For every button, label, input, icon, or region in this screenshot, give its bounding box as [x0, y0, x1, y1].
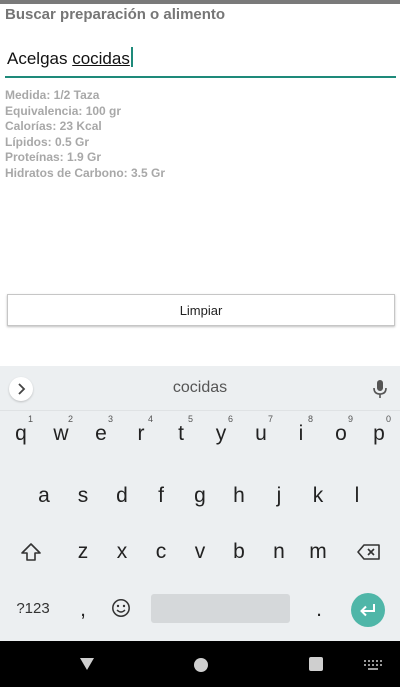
- backspace-icon: [357, 544, 380, 560]
- key-label: i: [298, 422, 304, 445]
- key-z[interactable]: z: [64, 530, 102, 574]
- key-label: p: [373, 422, 385, 445]
- key-hint: 9: [347, 414, 353, 424]
- emoji-icon: [112, 599, 130, 617]
- key-u[interactable]: u7: [242, 412, 280, 456]
- key-hint: 2: [67, 414, 73, 424]
- search-field[interactable]: Acelgas cocidas: [5, 46, 396, 78]
- key-label: y: [215, 422, 227, 445]
- key-q[interactable]: q1: [2, 412, 40, 456]
- key-h[interactable]: h: [220, 474, 258, 518]
- key-c[interactable]: c: [142, 530, 180, 574]
- nutrition-equivalence: Equivalencia: 100 gr: [5, 103, 122, 118]
- key-o[interactable]: o9: [322, 412, 360, 456]
- shift-icon: [21, 543, 41, 561]
- key-hint: 0: [385, 414, 391, 424]
- key-i[interactable]: i8: [282, 412, 320, 456]
- backspace-key[interactable]: [350, 530, 388, 574]
- key-hint: 5: [187, 414, 193, 424]
- symbols-key[interactable]: ?123: [10, 586, 56, 630]
- key-f[interactable]: f: [142, 474, 180, 518]
- key-label: r: [137, 422, 145, 445]
- key-s[interactable]: s: [64, 474, 102, 518]
- key-n[interactable]: n: [260, 530, 298, 574]
- search-composing-text: cocidas: [72, 49, 130, 68]
- key-e[interactable]: e3: [82, 412, 120, 456]
- key-a[interactable]: a: [25, 474, 63, 518]
- key-label: q: [15, 422, 27, 445]
- key-g[interactable]: g: [181, 474, 219, 518]
- key-label: t: [178, 422, 184, 445]
- key-hint: 1: [27, 414, 33, 424]
- key-d[interactable]: d: [103, 474, 141, 518]
- shift-key[interactable]: [12, 530, 50, 574]
- nutrition-calories: Calorías: 23 Kcal: [5, 119, 102, 133]
- key-m[interactable]: m: [299, 530, 337, 574]
- key-hint: 7: [267, 414, 273, 424]
- nutrition-carbs: Hidratos de Carbono: 3.5 Gr: [5, 165, 166, 180]
- back-icon[interactable]: [79, 657, 95, 671]
- search-input[interactable]: Acelgas cocidas: [7, 47, 133, 69]
- key-r[interactable]: r4: [122, 412, 160, 456]
- key-v[interactable]: v: [181, 530, 219, 574]
- soft-keyboard: cocidas q1 w2 e3 r4 t5 y6 u7 i8 o9 p0 a …: [0, 366, 400, 641]
- home-icon[interactable]: [194, 658, 208, 672]
- search-prefix: Acelgas: [7, 49, 73, 68]
- nutrition-info: Medida: 1/2 Taza Equivalencia: 100 gr Ca…: [5, 88, 165, 181]
- page-title: Buscar preparación o alimento: [5, 6, 226, 23]
- top-status-strip: [0, 0, 400, 4]
- key-j[interactable]: j: [260, 474, 298, 518]
- navigation-bar: [0, 641, 400, 687]
- emoji-key[interactable]: [102, 586, 140, 630]
- space-key[interactable]: [151, 594, 290, 623]
- nutrition-measure: Medida: 1/2 Taza: [5, 88, 100, 102]
- nutrition-proteins: Proteínas: 1.9 Gr: [5, 150, 102, 164]
- key-w[interactable]: w2: [42, 412, 80, 456]
- key-hint: 6: [227, 414, 233, 424]
- text-cursor: [130, 47, 133, 67]
- key-hint: 3: [107, 414, 113, 424]
- comma-key[interactable]: ,: [64, 588, 102, 632]
- microphone-icon[interactable]: [372, 379, 388, 399]
- key-t[interactable]: t5: [162, 412, 200, 456]
- clear-button[interactable]: Limpiar: [7, 294, 395, 326]
- key-b[interactable]: b: [220, 530, 258, 574]
- key-l[interactable]: l: [338, 474, 376, 518]
- key-label: u: [255, 422, 267, 445]
- period-key[interactable]: .: [300, 588, 338, 632]
- key-label: e: [95, 422, 107, 445]
- nutrition-lipids: Lípidos: 0.5 Gr: [5, 134, 90, 149]
- word-suggestion[interactable]: cocidas: [0, 366, 400, 410]
- key-hint: 8: [307, 414, 313, 424]
- key-x[interactable]: x: [103, 530, 141, 574]
- enter-icon: [360, 604, 375, 617]
- keyboard-expand-button[interactable]: [9, 377, 33, 401]
- enter-key[interactable]: [351, 593, 385, 627]
- suggestion-bar: cocidas: [0, 366, 400, 411]
- chevron-right-icon: [18, 383, 26, 395]
- key-y[interactable]: y6: [202, 412, 240, 456]
- recents-icon[interactable]: [309, 657, 323, 671]
- keyboard-switch-icon[interactable]: [364, 660, 382, 670]
- search-underline: [5, 76, 396, 78]
- key-k[interactable]: k: [299, 474, 337, 518]
- key-hint: 4: [147, 414, 153, 424]
- key-label: o: [335, 422, 347, 445]
- key-p[interactable]: p0: [360, 412, 398, 456]
- key-label: w: [53, 422, 69, 445]
